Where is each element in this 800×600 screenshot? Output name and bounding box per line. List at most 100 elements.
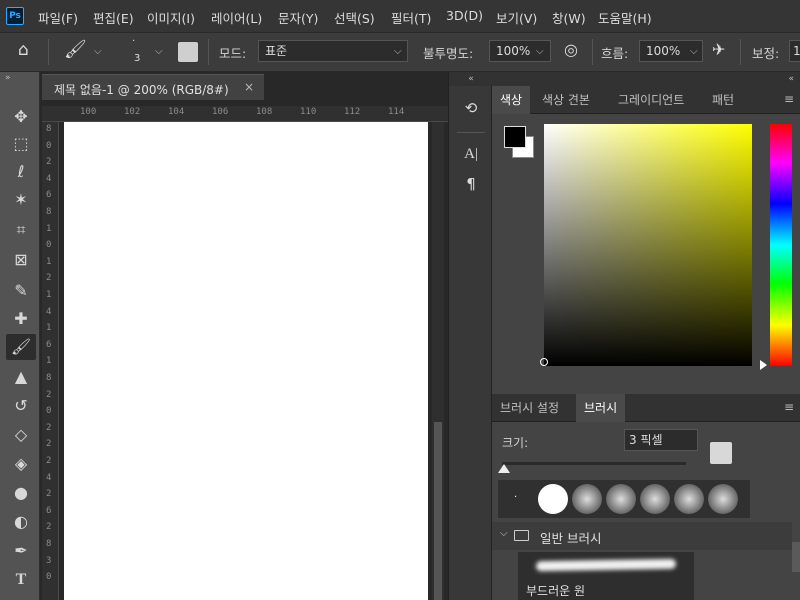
ruler-tick: 2: [46, 389, 52, 400]
pen-icon[interactable]: ✒: [6, 538, 36, 564]
smoothing-field[interactable]: 1: [789, 40, 800, 62]
tab-brushes[interactable]: 브러시: [576, 394, 626, 422]
close-icon[interactable]: ×: [244, 80, 254, 94]
brush-group-label: 일반 브러시: [540, 531, 602, 546]
flow-value: 100%: [646, 44, 681, 58]
eyedropper-icon[interactable]: ✎: [6, 278, 36, 304]
brush-preset[interactable]: [572, 484, 602, 514]
menu-edit[interactable]: 편집(E): [93, 8, 134, 27]
brush-preset[interactable]: [538, 484, 568, 514]
ruler-tick: 6: [46, 339, 52, 350]
tab-swatches[interactable]: 색상 견본: [534, 86, 598, 114]
blur-icon[interactable]: ●: [6, 480, 36, 506]
collapse-strip-icon[interactable]: «: [449, 72, 493, 86]
ruler-tick: 4: [46, 472, 52, 483]
mode-label: 모드:: [219, 46, 247, 61]
ruler-tick: 4: [46, 306, 52, 317]
document-tab-title: 제목 없음-1 @ 200% (RGB/8#): [54, 83, 229, 97]
marquee-icon[interactable]: ⬚: [6, 131, 36, 157]
menu-type[interactable]: 문자(Y): [278, 8, 318, 27]
chevron-down-icon[interactable]: ⌵: [94, 46, 102, 57]
chevron-down-icon[interactable]: ⌵: [536, 46, 544, 57]
menu-help[interactable]: 도움말(H): [598, 8, 652, 27]
brush-settings-toggle-icon[interactable]: [178, 42, 198, 62]
panel-menu-icon[interactable]: ≡: [784, 400, 794, 414]
ruler-tick: 0: [46, 140, 52, 151]
airbrush-icon[interactable]: ✈: [712, 40, 725, 59]
scrollbar-thumb[interactable]: [792, 542, 800, 572]
frame-icon[interactable]: ⊠: [6, 247, 36, 273]
right-panels: « 색상 색상 견본 그레이디언트 패턴 ≡ 브러시 설정 브러시 ≡ 크기: …: [492, 72, 800, 600]
size-slider-thumb[interactable]: [498, 464, 510, 473]
paragraph-icon[interactable]: ¶: [457, 172, 485, 196]
menu-3d[interactable]: 3D(D): [446, 8, 483, 23]
tools-panel: » ✥ ⬚ ℓ ✶ ⌗ ⊠ ✎ ✚ 🖌 ▲ ↺ ◇ ◈ ● ◐ ✒ T: [0, 72, 40, 600]
foreground-color-swatch[interactable]: [504, 126, 526, 148]
ruler-tick: 2: [46, 422, 52, 433]
ruler-tick: 1: [46, 256, 52, 267]
ruler-tick: 104: [168, 107, 185, 117]
tab-color[interactable]: 색상: [492, 86, 531, 114]
move-icon[interactable]: ✥: [6, 104, 36, 130]
panel-menu-icon[interactable]: ≡: [784, 92, 794, 106]
chevron-down-icon[interactable]: ⌵: [500, 528, 508, 539]
brush-preset[interactable]: [708, 484, 738, 514]
menu-layer[interactable]: 레이어(L): [211, 8, 262, 27]
ruler-tick: 3: [46, 555, 52, 566]
folder-icon: [514, 530, 529, 541]
document-tab[interactable]: 제목 없음-1 @ 200% (RGB/8#) ×: [42, 74, 264, 100]
brush-preset-icon[interactable]: 🖌: [64, 39, 87, 60]
crop-icon[interactable]: ⌗: [6, 217, 36, 243]
tab-gradients[interactable]: 그레이디언트: [610, 86, 692, 114]
history-icon[interactable]: ⟲: [457, 96, 485, 120]
type-icon[interactable]: T: [6, 567, 36, 593]
history-brush-icon[interactable]: ↺: [6, 393, 36, 419]
scrollbar-thumb[interactable]: [434, 422, 442, 600]
options-bar: ⌂ 🖌 ⌵ · 3 ⌵ 모드: 표준 ⌵ 불투명도: 100% ⌵ ◎ 흐름: …: [0, 32, 800, 72]
collapse-toolbar-icon[interactable]: »: [5, 73, 11, 83]
size-field[interactable]: 3 픽셀: [624, 429, 698, 451]
dodge-icon[interactable]: ◐: [6, 509, 36, 535]
brush-preset[interactable]: ·: [502, 484, 532, 514]
ruler-tick: 1: [46, 223, 52, 234]
canvas[interactable]: [64, 122, 428, 600]
home-icon[interactable]: ⌂: [18, 40, 29, 60]
menu-filter[interactable]: 필터(T): [391, 8, 431, 27]
brush-size-value: 3: [134, 53, 141, 64]
clone-stamp-icon[interactable]: ▲: [6, 364, 36, 390]
menu-view[interactable]: 보기(V): [496, 8, 537, 27]
eraser-icon[interactable]: ◇: [6, 422, 36, 448]
mode-select[interactable]: 표준: [258, 40, 408, 62]
magic-wand-icon[interactable]: ✶: [6, 187, 36, 213]
hue-slider[interactable]: [770, 124, 792, 366]
flow-label: 흐름:: [601, 46, 629, 61]
menu-image[interactable]: 이미지(I): [147, 8, 195, 27]
tab-brush-settings[interactable]: 브러시 설정: [492, 394, 567, 422]
lasso-icon[interactable]: ℓ: [6, 159, 36, 185]
menu-file[interactable]: 파일(F): [38, 8, 78, 27]
color-panel-tabs: 색상 색상 견본 그레이디언트 패턴 ≡: [492, 86, 800, 114]
saturation-value-field[interactable]: [544, 124, 752, 366]
brush-group-row[interactable]: ⌵ 일반 브러시: [492, 522, 792, 550]
brush-preset[interactable]: [606, 484, 636, 514]
hue-slider-marker[interactable]: [760, 360, 767, 370]
brush-preset[interactable]: [674, 484, 704, 514]
menu-select[interactable]: 선택(S): [334, 8, 375, 27]
brush-icon[interactable]: 🖌: [6, 334, 36, 360]
brush-settings-icon[interactable]: [710, 442, 732, 464]
size-slider[interactable]: [502, 462, 686, 465]
ruler-tick: 102: [124, 107, 141, 117]
chevron-down-icon[interactable]: ⌵: [155, 46, 163, 57]
healing-brush-icon[interactable]: ✚: [6, 306, 36, 332]
collapse-panels-icon[interactable]: «: [492, 72, 800, 86]
paint-bucket-icon[interactable]: ◈: [6, 451, 36, 477]
menu-window[interactable]: 창(W): [552, 8, 586, 27]
color-picker-marker[interactable]: [540, 358, 548, 366]
recent-brushes: ·: [498, 480, 750, 518]
brush-list-item[interactable]: 부드러운 원: [518, 552, 694, 600]
pressure-opacity-icon[interactable]: ◎: [564, 40, 578, 59]
chevron-down-icon[interactable]: ⌵: [690, 46, 698, 57]
character-icon[interactable]: A|: [457, 142, 485, 166]
brush-preset[interactable]: [640, 484, 670, 514]
tab-patterns[interactable]: 패턴: [704, 86, 742, 114]
